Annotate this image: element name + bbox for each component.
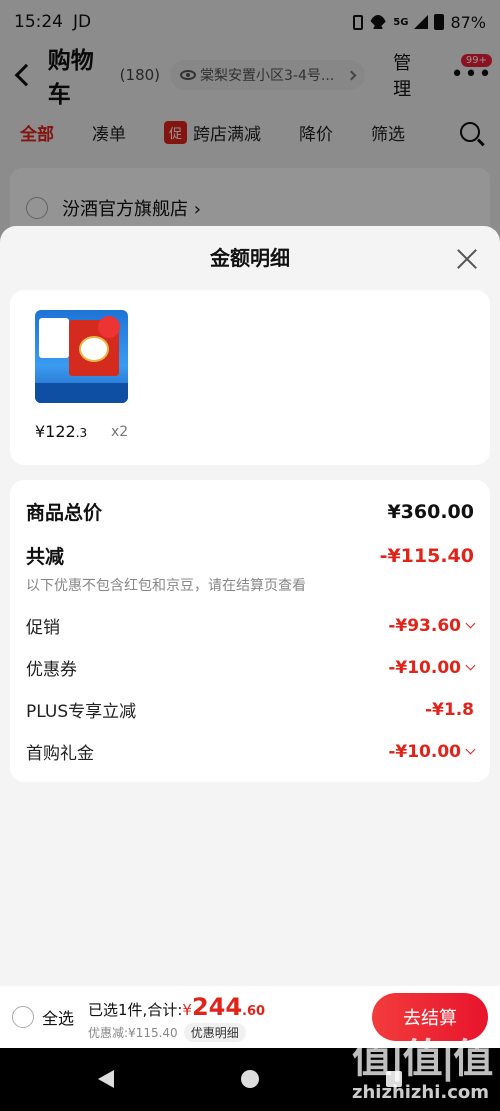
total-reduce-row: 共减 -¥115.40 bbox=[26, 542, 474, 569]
coupon-label: 优惠券 bbox=[26, 660, 77, 680]
first-purchase-gift-label: 首购礼金 bbox=[26, 744, 94, 764]
discount-amount: 优惠减:¥115.40 bbox=[88, 1025, 178, 1040]
product-price: ¥122.3 bbox=[35, 422, 88, 441]
chevron-down-icon bbox=[465, 660, 476, 671]
promotion-value-wrap: -¥93.60 bbox=[388, 615, 476, 636]
first-purchase-gift-value-wrap: -¥10.00 bbox=[388, 741, 476, 762]
select-all-label: 全选 bbox=[42, 1009, 75, 1028]
first-purchase-gift-value: -¥10.00 bbox=[388, 741, 461, 762]
product-image[interactable] bbox=[35, 310, 128, 403]
total-reduce-label: 共减 bbox=[26, 546, 65, 568]
nav-home-icon[interactable] bbox=[241, 1070, 259, 1088]
order-summary: 已选1件,合计: ¥ 244 .60 优惠减:¥115.40 优惠明细 bbox=[88, 993, 265, 1042]
total-reduce-value: -¥115.40 bbox=[379, 544, 474, 567]
coupon-row[interactable]: 优惠券 -¥10.00 bbox=[26, 655, 476, 680]
price-breakdown-card: 商品总价 ¥360.00 共减 -¥115.40 以下优惠不包含红包和京豆，请在… bbox=[10, 480, 490, 782]
product-quantity: x2 bbox=[111, 424, 129, 440]
total-price-label: 商品总价 bbox=[26, 502, 103, 524]
plus-discount-value: -¥1.8 bbox=[425, 699, 474, 720]
total-price-row: 商品总价 ¥360.00 bbox=[26, 498, 474, 525]
watermark: 值|值|值 zhizhizhi.com bbox=[350, 1026, 500, 1111]
coupon-value: -¥10.00 bbox=[388, 657, 461, 678]
plus-discount-label: PLUS专享立减 bbox=[26, 702, 137, 722]
select-all-toggle[interactable]: 全选 bbox=[12, 1005, 74, 1029]
watermark-site: zhizhizhi.com bbox=[352, 1082, 490, 1103]
promotion-value: -¥93.60 bbox=[388, 615, 461, 636]
sheet-title: 金额明细 bbox=[210, 246, 290, 270]
discount-note: 以下优惠不包含红包和京豆，请在结算页查看 bbox=[26, 578, 306, 594]
promotion-label: 促销 bbox=[26, 618, 60, 638]
product-card: ¥122.3 x2 bbox=[10, 290, 490, 465]
discount-detail-button[interactable]: 优惠明细 bbox=[183, 1022, 246, 1042]
total-price-value: ¥360.00 bbox=[387, 500, 474, 523]
first-purchase-gift-row[interactable]: 首购礼金 -¥10.00 bbox=[26, 739, 476, 764]
chevron-down-icon bbox=[465, 618, 476, 629]
close-icon[interactable] bbox=[456, 248, 478, 270]
select-all-checkbox[interactable] bbox=[12, 1006, 34, 1028]
plus-discount-row: PLUS专享立减 -¥1.8 bbox=[26, 697, 474, 723]
selected-count-text: 已选1件,合计: bbox=[88, 1000, 183, 1019]
amount-detail-sheet: 金额明细 ¥122.3 x2 商品总价 ¥360.00 共减 -¥115.40 … bbox=[0, 226, 500, 986]
watermark-logo: 值|值|值 bbox=[352, 1036, 493, 1082]
total-amount: ¥ 244 .60 bbox=[182, 992, 266, 1021]
nav-back-icon[interactable] bbox=[98, 1070, 114, 1088]
coupon-value-wrap: -¥10.00 bbox=[388, 657, 476, 678]
promotion-row[interactable]: 促销 -¥93.60 bbox=[26, 613, 476, 638]
chevron-down-icon bbox=[465, 744, 476, 755]
